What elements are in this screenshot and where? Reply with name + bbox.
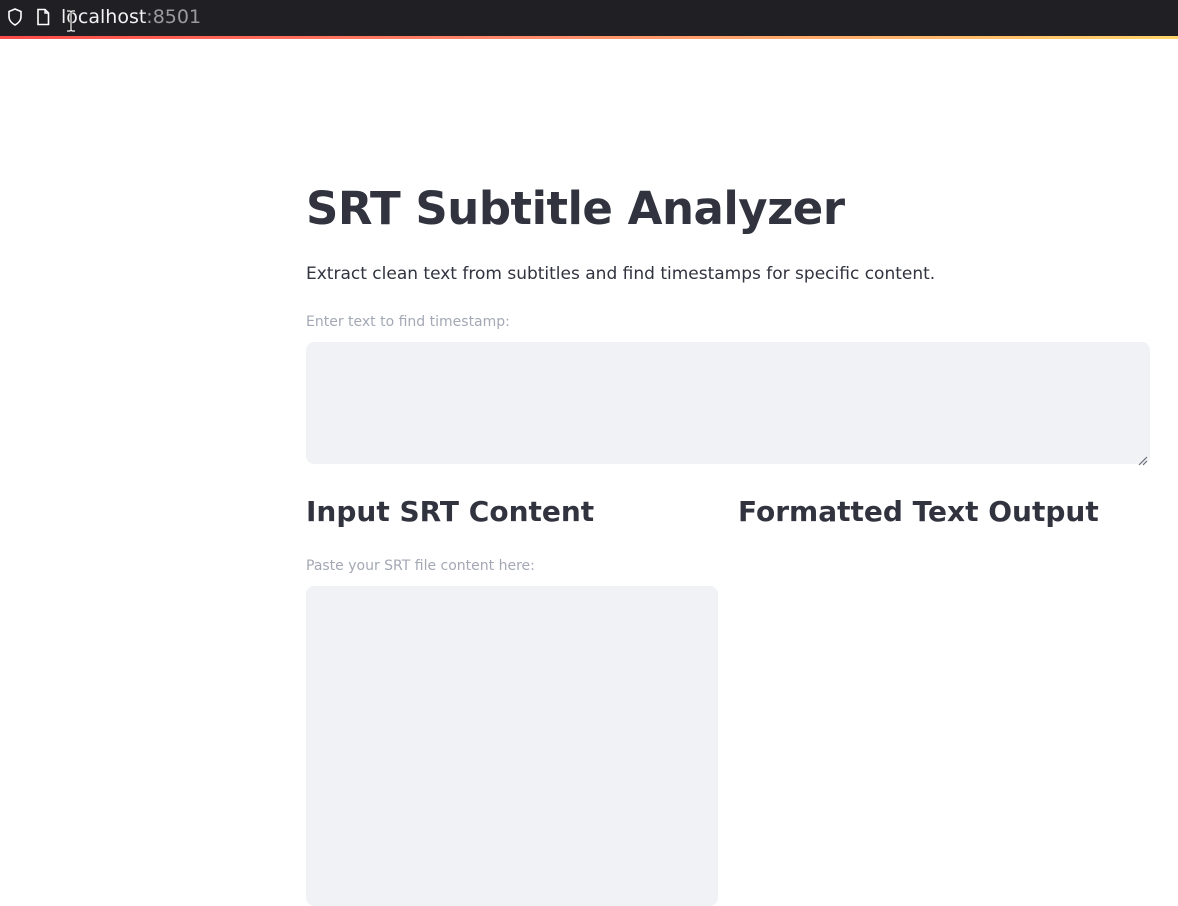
url-field[interactable]: localhost:8501 xyxy=(61,5,201,29)
input-column: Input SRT Content Paste your SRT file co… xyxy=(306,492,718,906)
srt-content-textarea[interactable] xyxy=(306,586,718,906)
header-decoration-bar xyxy=(0,36,1178,39)
search-label: Enter text to find timestamp: xyxy=(306,314,510,330)
input-section-heading: Input SRT Content xyxy=(306,495,595,528)
shield-icon[interactable] xyxy=(7,8,23,26)
srt-input-label: Paste your SRT file content here: xyxy=(306,558,535,574)
search-textarea[interactable] xyxy=(306,342,1150,464)
output-column: Formatted Text Output xyxy=(738,492,1150,532)
page-icon[interactable] xyxy=(35,8,51,26)
resize-handle-icon[interactable] xyxy=(1137,451,1148,466)
url-port: :8501 xyxy=(146,6,202,28)
page-title: SRT Subtitle Analyzer xyxy=(306,182,845,235)
text-cursor-icon xyxy=(66,9,76,33)
output-section-heading: Formatted Text Output xyxy=(738,495,1099,528)
page-description: Extract clean text from subtitles and fi… xyxy=(306,264,936,284)
browser-address-bar: localhost:8501 xyxy=(0,0,1178,36)
